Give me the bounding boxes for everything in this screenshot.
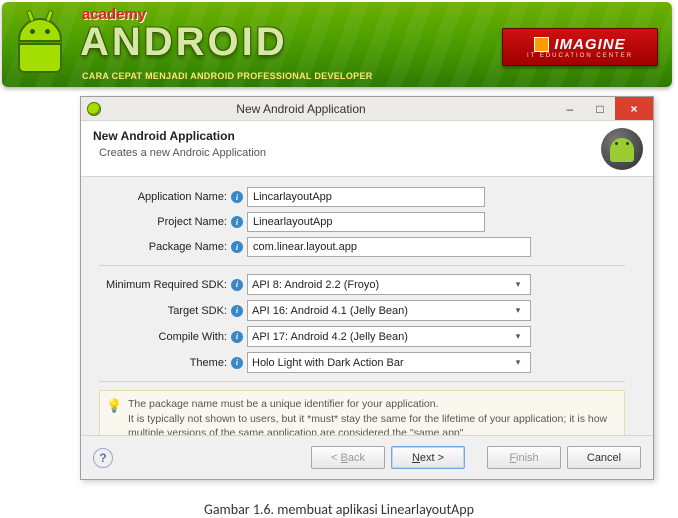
theme-select[interactable]: Holo Light with Dark Action Bar▾ xyxy=(247,352,531,373)
chevron-down-icon: ▾ xyxy=(510,331,526,342)
form-body: Application Name: i Project Name: i Pack… xyxy=(81,177,653,468)
imagine-logo: IMAGINE IT EDUCATION CENTER xyxy=(502,28,658,66)
info-icon[interactable]: i xyxy=(231,331,243,343)
lightbulb-icon: 💡 xyxy=(106,397,122,415)
chevron-down-icon: ▾ xyxy=(510,305,526,316)
back-button[interactable]: < Back xyxy=(311,446,385,469)
banner-subtitle: CARA CEPAT MENJADI ANDROID PROFESSIONAL … xyxy=(82,71,373,81)
help-button[interactable]: ? xyxy=(93,448,113,468)
minimum-required-sdk-select[interactable]: API 8: Android 2.2 (Froyo)▾ xyxy=(247,274,531,295)
wizard-title: New Android Application xyxy=(93,129,641,143)
hint-line: The package name must be a unique identi… xyxy=(128,397,616,412)
imagine-square-icon xyxy=(534,37,549,52)
info-icon[interactable]: i xyxy=(231,241,243,253)
package-name-label: Package Name: xyxy=(81,241,229,253)
minimize-button[interactable]: – xyxy=(555,97,585,120)
info-icon[interactable]: i xyxy=(231,357,243,369)
separator xyxy=(99,381,625,382)
target-sdk-label: Target SDK: xyxy=(81,305,229,317)
next-button[interactable]: Next > xyxy=(391,446,465,469)
info-icon[interactable]: i xyxy=(231,279,243,291)
project-name-label: Project Name: xyxy=(81,216,229,228)
maximize-button[interactable]: □ xyxy=(585,97,615,120)
android-mascot-icon xyxy=(10,18,70,83)
compile-with-label: Compile With: xyxy=(81,331,229,343)
window-title: New Android Application xyxy=(107,102,555,116)
chevron-down-icon: ▾ xyxy=(510,357,526,368)
target-sdk-select[interactable]: API 16: Android 4.1 (Jelly Bean)▾ xyxy=(247,300,531,321)
info-icon[interactable]: i xyxy=(231,216,243,228)
finish-button[interactable]: Finish xyxy=(487,446,561,469)
button-bar: ? < Back Next > Finish Cancel xyxy=(81,435,653,479)
close-icon: × xyxy=(630,102,637,116)
application-name-input[interactable] xyxy=(247,187,485,207)
min-sdk-label: Minimum Required SDK: xyxy=(81,279,229,291)
separator xyxy=(99,265,625,266)
android-wordmark: ANDROID xyxy=(80,20,288,65)
theme-label: Theme: xyxy=(81,357,229,369)
close-button[interactable]: × xyxy=(615,97,653,120)
app-icon xyxy=(87,102,101,116)
android-head-icon xyxy=(601,128,643,170)
chevron-down-icon: ▾ xyxy=(510,279,526,290)
academy-banner: academy ANDROID CARA CEPAT MENJADI ANDRO… xyxy=(2,2,672,87)
cancel-button[interactable]: Cancel xyxy=(567,446,641,469)
info-icon[interactable]: i xyxy=(231,305,243,317)
titlebar: New Android Application – □ × xyxy=(81,97,653,121)
project-name-input[interactable] xyxy=(247,212,485,232)
figure-caption: Gambar 1.6. membuat aplikasi Linearlayou… xyxy=(0,487,678,518)
info-icon[interactable]: i xyxy=(231,191,243,203)
wizard-subtitle: Creates a new Androic Application xyxy=(99,147,641,159)
wizard-header: New Android Application Creates a new An… xyxy=(81,121,653,177)
package-name-input[interactable] xyxy=(247,237,531,257)
compile-with-select[interactable]: API 17: Android 4.2 (Jelly Bean)▾ xyxy=(247,326,531,347)
app-name-label: Application Name: xyxy=(81,191,229,203)
new-android-application-dialog: New Android Application – □ × New Androi… xyxy=(80,96,654,480)
